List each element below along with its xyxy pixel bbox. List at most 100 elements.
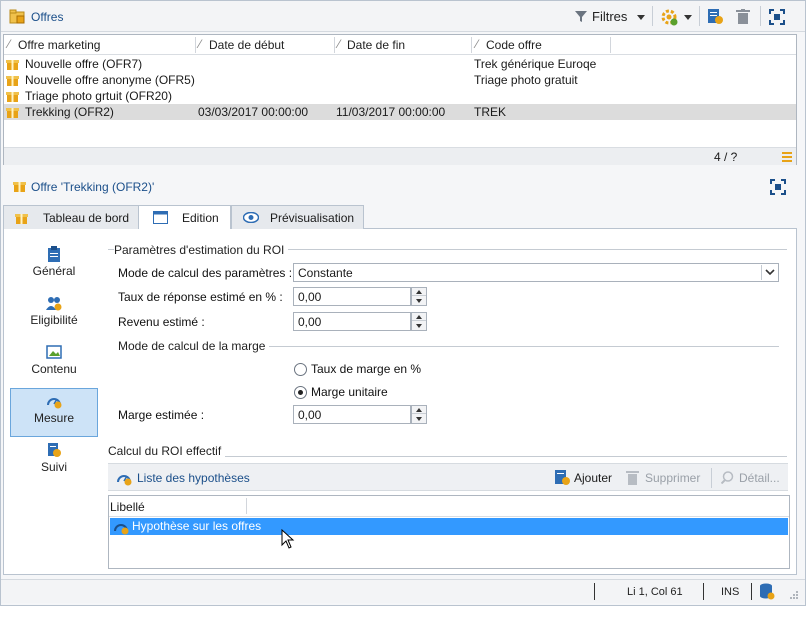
funnel-icon <box>575 11 587 22</box>
hypotheses-list-link[interactable]: Liste des hypothèses <box>116 469 256 487</box>
clipboard-icon <box>48 246 60 262</box>
radio-button[interactable] <box>294 363 307 376</box>
sidebar-item-label: Général <box>32 264 76 278</box>
offer-end-date: 11/03/2017 00:00:00 <box>336 105 446 119</box>
response-rate-spinner[interactable] <box>411 287 427 306</box>
offer-name: Triage photo grtuit (OFR20) <box>25 89 172 103</box>
eye-icon <box>243 212 259 223</box>
mode-dropdown-button[interactable] <box>761 265 777 280</box>
hypotheses-toolbar: Liste des hypothèses Ajouter Supprimer D… <box>108 463 788 491</box>
offer-code: Triage photo gratuit <box>474 73 578 87</box>
filters-label: Filtres <box>592 9 628 24</box>
tab-label: Prévisualisation <box>270 211 355 225</box>
gift-icon <box>6 76 19 86</box>
offer-code: Trek générique Euroqe <box>474 57 597 71</box>
gear-icon <box>661 9 678 26</box>
sidebar-item-general[interactable]: Général <box>10 242 98 290</box>
list-menu-icon[interactable] <box>782 152 792 162</box>
resize-grip-icon[interactable] <box>789 590 799 600</box>
response-rate-label: Taux de réponse estimé en % : <box>118 290 283 304</box>
sidebar-item-label: Contenu <box>31 362 77 376</box>
offer-start-date: 03/03/2017 00:00:00 <box>198 105 309 119</box>
offers-list: ⁄ Offre marketing ⁄ Date de début ⁄ Date… <box>3 34 797 165</box>
add-button[interactable]: Ajouter <box>554 469 616 487</box>
margin-estimate-spinner[interactable] <box>411 405 427 424</box>
table-row[interactable]: Nouvelle offre (OFR7) Trek générique Eur… <box>4 56 796 72</box>
maximize-icon[interactable] <box>769 9 785 25</box>
mode-label: Mode de calcul des paramètres : <box>118 266 293 280</box>
magnifier-icon <box>721 471 734 484</box>
table-row[interactable]: Triage photo grtuit (OFR20) <box>4 88 796 104</box>
margin-group-title: Mode de calcul de la marge <box>118 339 270 353</box>
offer-name: Nouvelle offre anonyme (OFR5) <box>25 73 195 87</box>
insert-mode: INS <box>721 586 740 598</box>
tab-edition[interactable]: Edition <box>138 205 231 230</box>
mouse-cursor-icon <box>281 529 295 549</box>
users-icon <box>46 297 62 311</box>
tab-preview[interactable]: Prévisualisation <box>231 205 364 229</box>
revenue-label: Revenu estimé : <box>118 315 205 329</box>
roi-actual-group-title: Calcul du ROI effectif <box>108 444 226 458</box>
column-header[interactable]: Date de fin <box>347 38 405 52</box>
offer-name: Nouvelle offre (OFR7) <box>25 57 143 71</box>
tab-dashboard[interactable]: Tableau de bord <box>3 205 139 229</box>
hypotheses-list: Libellé Hypothèse sur les offres <box>108 495 790 569</box>
new-offer-icon[interactable] <box>707 8 723 25</box>
detail-button[interactable]: Détail... <box>721 469 785 487</box>
roi-estimation-group-title: Paramètres d'estimation du ROI <box>114 243 289 257</box>
cursor-position: Li 1, Col 61 <box>627 586 683 598</box>
mode-select[interactable]: Constante <box>293 263 779 282</box>
gauge-icon <box>114 524 129 535</box>
actions-menu-button[interactable] <box>658 6 694 28</box>
filters-button[interactable]: Filtres <box>573 7 649 27</box>
response-rate-input[interactable]: 0,00 <box>293 287 411 306</box>
toolbar-separator <box>760 6 761 26</box>
detail-header: Offre 'Trekking (OFR2)' <box>1 174 805 202</box>
margin-estimate-input[interactable]: 0,00 <box>293 405 411 424</box>
margin-rate-radio[interactable]: Taux de marge en % <box>294 362 434 378</box>
sidebar-item-label: Eligibilité <box>30 313 78 327</box>
sidebar-item-label: Suivi <box>40 460 67 474</box>
offer-name: Trekking (OFR2) <box>25 105 114 119</box>
gift-icon <box>15 214 28 224</box>
sidebar-item-content[interactable]: Contenu <box>10 340 98 388</box>
sidebar-item-measure[interactable]: Mesure <box>10 388 98 437</box>
delete-button[interactable]: Supprimer <box>626 469 706 487</box>
window-icon <box>153 211 168 224</box>
tracking-icon <box>48 443 61 457</box>
column-header[interactable]: Code offre <box>486 38 542 52</box>
revenue-spinner[interactable] <box>411 312 427 331</box>
column-header[interactable]: Date de début <box>209 38 284 52</box>
chevron-down-icon <box>637 15 645 20</box>
panel-title: Offres <box>31 10 64 24</box>
revenue-input[interactable]: 0,00 <box>293 312 411 331</box>
chevron-down-icon <box>765 269 775 276</box>
mode-value: Constante <box>298 266 353 280</box>
offers-toolbar: Offres Filtres <box>1 1 805 32</box>
image-icon <box>46 345 62 359</box>
list-footer: 4 / ? <box>4 147 796 165</box>
column-header[interactable]: Libellé <box>110 500 145 514</box>
radio-button-selected[interactable] <box>294 386 307 399</box>
database-icon[interactable] <box>759 583 775 600</box>
sidebar-item-tracking[interactable]: Suivi <box>10 438 98 486</box>
sidebar-item-eligibility[interactable]: Eligibilité <box>10 291 98 339</box>
tab-label: Tableau de bord <box>43 211 130 225</box>
gauge-icon <box>47 398 62 409</box>
trash-icon[interactable] <box>736 9 750 24</box>
gift-icon <box>6 60 19 70</box>
table-row[interactable]: Nouvelle offre anonyme (OFR5) Triage pho… <box>4 72 796 88</box>
add-icon <box>555 470 570 485</box>
offers-folder-icon <box>9 9 25 24</box>
chevron-down-icon <box>684 15 692 20</box>
unit-margin-radio[interactable]: Marge unitaire <box>294 385 434 401</box>
maximize-icon[interactable] <box>770 179 786 195</box>
gift-icon <box>6 108 19 118</box>
toolbar-separator <box>699 6 700 26</box>
list-item-selected[interactable]: Hypothèse sur les offres <box>110 518 788 535</box>
toolbar-separator <box>652 6 653 26</box>
detail-title: Offre 'Trekking (OFR2)' <box>31 180 155 194</box>
column-header[interactable]: Offre marketing <box>18 38 100 52</box>
pager: 4 / ? <box>714 150 738 164</box>
table-row-selected[interactable]: Trekking (OFR2) 03/03/2017 00:00:00 11/0… <box>4 104 796 120</box>
